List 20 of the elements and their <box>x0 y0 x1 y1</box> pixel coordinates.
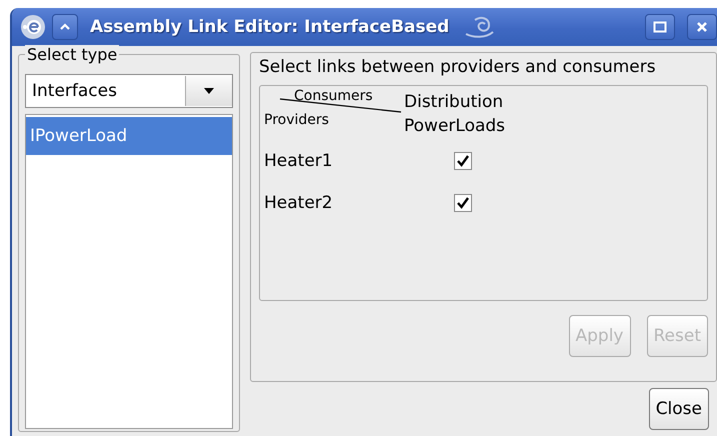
column-header: Consumers <box>294 88 373 104</box>
link-checkbox[interactable] <box>454 194 472 212</box>
shade-button[interactable] <box>52 14 78 40</box>
group-title: Select type <box>25 45 120 64</box>
window-title: Assembly Link Editor: InterfaceBased <box>90 17 450 37</box>
maximize-button[interactable] <box>645 14 675 40</box>
row-header: Providers <box>264 112 329 128</box>
app-icon[interactable] <box>20 14 46 40</box>
close-button[interactable]: Close <box>648 388 709 430</box>
row-label: Heater2 <box>264 193 334 213</box>
column-header: Distribution PowerLoads <box>404 91 506 138</box>
maximize-icon <box>653 21 667 33</box>
link-checkbox[interactable] <box>454 152 472 170</box>
type-dropdown[interactable]: Interfaces <box>25 74 233 108</box>
close-button[interactable] <box>687 14 717 40</box>
close-icon <box>696 21 708 33</box>
list-item[interactable]: IPowerLoad <box>26 117 232 155</box>
row-label: Heater1 <box>264 151 334 171</box>
caret-icon <box>59 23 71 31</box>
panel-heading: Select links between providers and consumers <box>259 57 657 77</box>
